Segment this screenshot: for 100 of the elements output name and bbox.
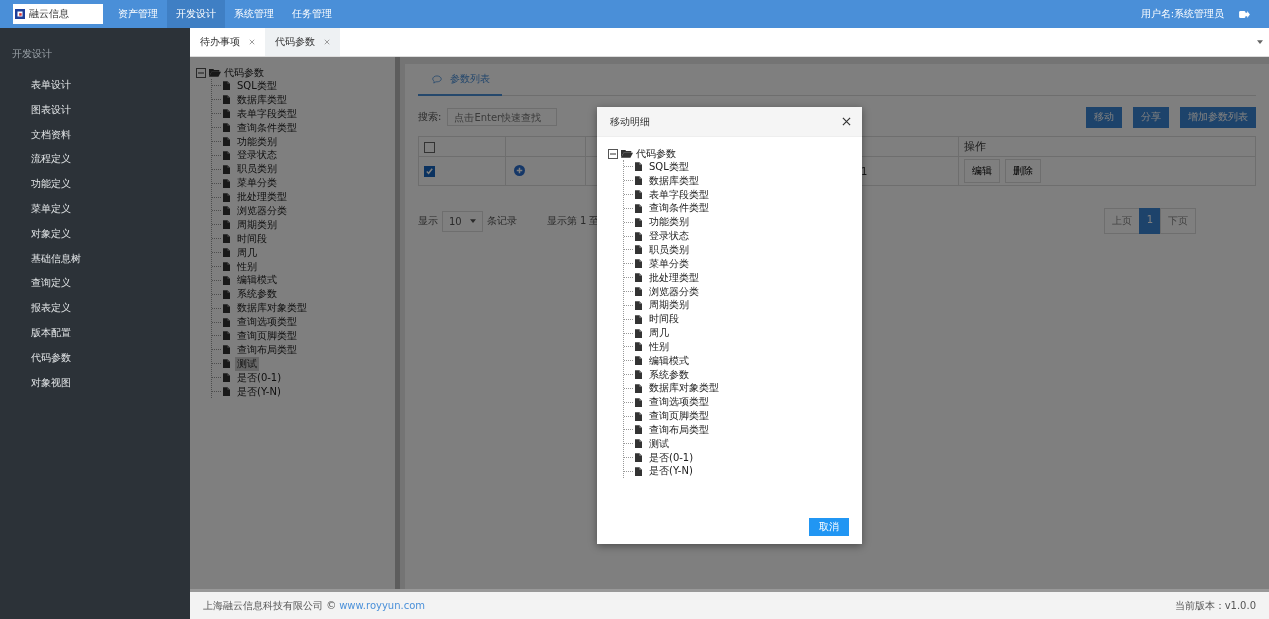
tree-node[interactable]: 浏览器分类 [647, 284, 701, 299]
file-icon [223, 192, 230, 202]
tree-node[interactable]: 登录状态 [647, 229, 691, 244]
tree-node[interactable]: 表单字段类型 [647, 187, 711, 202]
page-size-select[interactable]: 10 [442, 210, 483, 232]
tree-node[interactable]: 测试 [647, 436, 671, 451]
file-icon [635, 190, 642, 200]
page-tab[interactable]: 待办事项 [190, 28, 265, 56]
file-icon [635, 356, 642, 366]
file-icon [635, 467, 642, 476]
close-icon[interactable] [842, 117, 851, 126]
sidebar-item[interactable]: 报表定义 [0, 296, 190, 321]
column-header[interactable] [418, 136, 506, 157]
page-tab[interactable]: 代码参数 [265, 28, 340, 56]
tree-node[interactable]: 数据库类型 [235, 92, 289, 107]
logo-text: 融云信息 [29, 7, 69, 21]
tree-node[interactable]: 查询条件类型 [647, 201, 711, 216]
file-icon [223, 137, 230, 146]
tree-node[interactable]: 查询页脚类型 [647, 409, 711, 424]
tree-node[interactable]: 性别 [647, 339, 671, 354]
tree-node[interactable]: 周期类别 [647, 298, 691, 313]
column-header[interactable]: 操作 [958, 136, 1256, 157]
tree-node[interactable]: 职员类别 [235, 162, 279, 177]
tree-node[interactable]: 查询页脚类型 [235, 329, 299, 343]
tree-node[interactable]: 查询条件类型 [235, 120, 299, 135]
sidebar-item[interactable]: 对象定义 [0, 221, 190, 247]
tree-node[interactable]: 编辑模式 [647, 353, 691, 368]
action-button[interactable]: 增加参数列表 [1180, 106, 1256, 128]
tree-node[interactable]: 代码参数 [224, 65, 264, 80]
tree-node[interactable]: 数据库对象类型 [235, 301, 309, 316]
sidebar-item[interactable]: 图表设计 [0, 97, 190, 123]
checkbox[interactable] [424, 165, 435, 177]
tree-node[interactable]: 功能类别 [235, 134, 279, 149]
sidebar-item[interactable]: 基础信息树 [0, 246, 190, 272]
website-link[interactable]: www.royyun.com [339, 600, 426, 611]
collapse-icon[interactable] [608, 148, 618, 159]
tree-node[interactable]: 是否(Y-N) [647, 464, 695, 479]
tree-node[interactable]: 数据库类型 [647, 173, 701, 188]
tree-node[interactable]: 查询选项类型 [235, 315, 299, 330]
action-button[interactable]: 移动 [1086, 106, 1122, 128]
tree-node[interactable]: 批处理类型 [647, 270, 701, 285]
tree-node[interactable]: 性别 [235, 259, 259, 274]
tree-node[interactable]: 批处理类型 [235, 190, 289, 205]
tree-node[interactable]: 周期类别 [235, 217, 279, 232]
checkbox[interactable] [424, 141, 435, 153]
collapse-icon[interactable] [196, 67, 206, 78]
tree-node[interactable]: 是否(0-1) [647, 450, 696, 465]
nav-item[interactable]: 系统管理 [225, 0, 283, 28]
tree-node[interactable]: 功能类别 [647, 215, 691, 230]
tree-node[interactable]: 职员类别 [647, 243, 691, 257]
file-icon [223, 317, 230, 327]
tree-node[interactable]: 周几 [647, 326, 671, 341]
sidebar-item[interactable]: 菜单定义 [0, 197, 190, 222]
tree-node[interactable]: 菜单分类 [235, 176, 279, 191]
sidebar-item[interactable]: 代码参数 [0, 345, 190, 371]
cancel-button[interactable]: 取消 [809, 518, 849, 536]
search-label: 搜索: [418, 110, 442, 124]
tree-node[interactable]: 是否(Y-N) [235, 384, 283, 399]
tree-node[interactable]: 登录状态 [235, 148, 279, 163]
tree-node[interactable]: 系统参数 [235, 287, 279, 302]
sidebar-item[interactable]: 对象视图 [0, 370, 190, 396]
sidebar-item[interactable]: 功能定义 [0, 172, 190, 197]
tree-node[interactable]: 浏览器分类 [235, 203, 289, 218]
file-icon [635, 259, 642, 269]
tree-node[interactable]: SQL类型 [235, 78, 279, 93]
tree-node[interactable]: 表单字段类型 [235, 106, 299, 121]
nav-item[interactable]: 开发设计 [167, 0, 225, 28]
file-icon [223, 178, 230, 188]
tree-node[interactable]: 周几 [235, 245, 259, 260]
dialog-title: 移动明细 [610, 114, 650, 129]
file-icon [635, 231, 642, 241]
tree-node[interactable]: 查询布局类型 [235, 342, 299, 357]
tree-node[interactable]: 查询布局类型 [647, 422, 711, 437]
nav-item[interactable]: 任务管理 [283, 0, 341, 28]
tree-node[interactable]: 系统参数 [647, 367, 691, 382]
tree-node[interactable]: 菜单分类 [647, 256, 691, 271]
tree-node[interactable]: 时间段 [647, 312, 681, 327]
tree-node[interactable]: 测试 [235, 356, 259, 371]
sidebar-item[interactable]: 查询定义 [0, 271, 190, 297]
sidebar-item[interactable]: 表单设计 [0, 73, 190, 98]
tree-node[interactable]: 查询选项类型 [647, 395, 711, 410]
logo-icon [15, 9, 25, 19]
logo[interactable]: 融云信息 [13, 4, 103, 24]
sidebar-item[interactable]: 文档资料 [0, 122, 190, 148]
row-action-button[interactable]: 删除 [1005, 159, 1041, 183]
sidebar-item[interactable]: 流程定义 [0, 147, 190, 173]
tree-node[interactable]: 是否(0-1) [235, 370, 284, 385]
tree-node[interactable]: 代码参数 [636, 146, 676, 161]
add-icon[interactable] [514, 164, 525, 176]
folder-icon [209, 68, 221, 77]
tree-node[interactable]: 数据库对象类型 [647, 381, 721, 396]
tree-node[interactable]: 编辑模式 [235, 273, 279, 288]
tree-node[interactable]: SQL类型 [647, 159, 691, 174]
tree-node[interactable]: 时间段 [235, 231, 269, 246]
nav-item[interactable]: 资产管理 [109, 0, 167, 28]
row-action-button[interactable]: 编辑 [964, 159, 1000, 183]
sidebar-item[interactable]: 版本配置 [0, 320, 190, 346]
logout-icon[interactable] [1239, 9, 1250, 19]
caret-icon[interactable] [1257, 40, 1263, 44]
action-button[interactable]: 分享 [1133, 106, 1169, 128]
